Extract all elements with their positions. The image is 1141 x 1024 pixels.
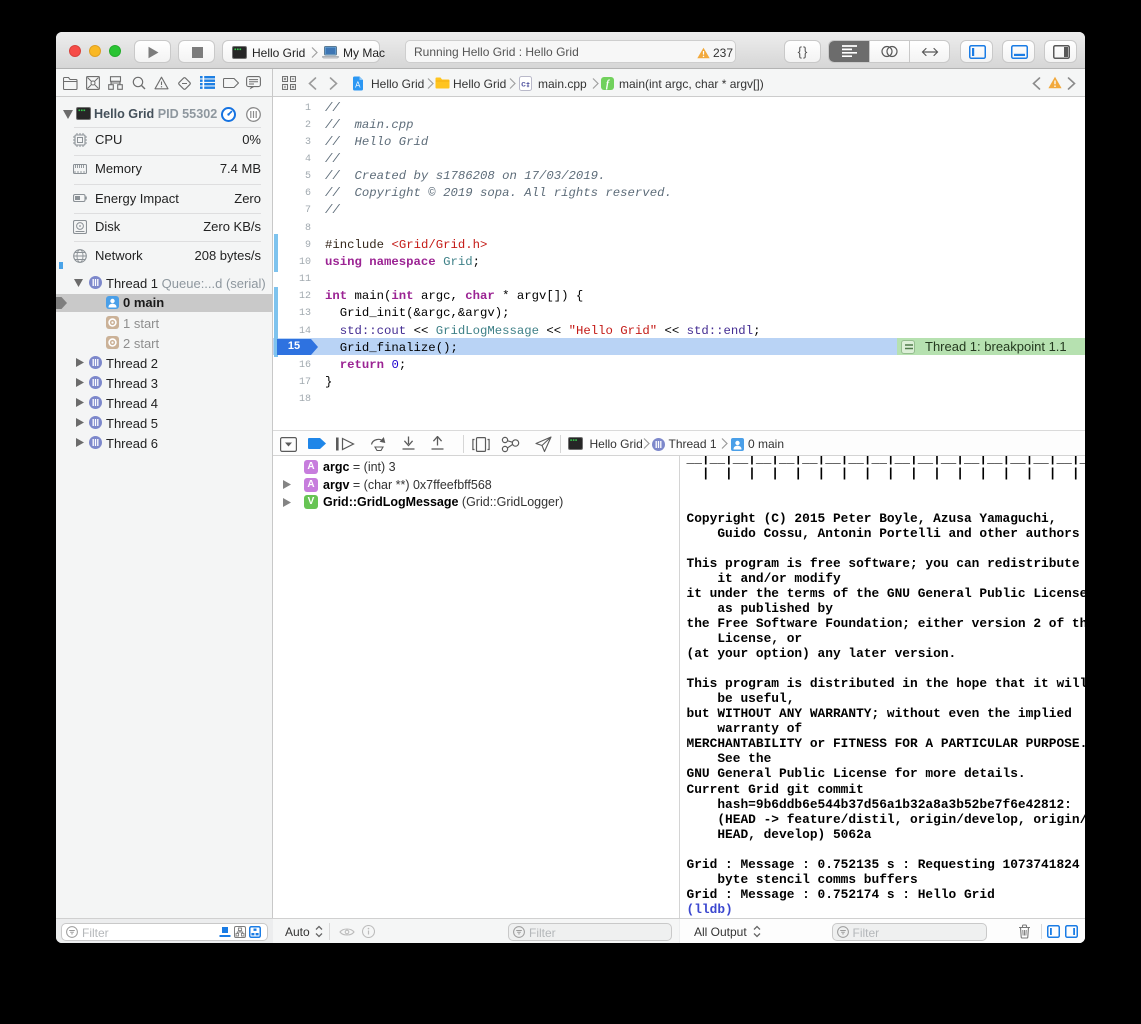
svg-text:A: A [355,80,361,89]
svg-text:c: c [521,78,526,88]
